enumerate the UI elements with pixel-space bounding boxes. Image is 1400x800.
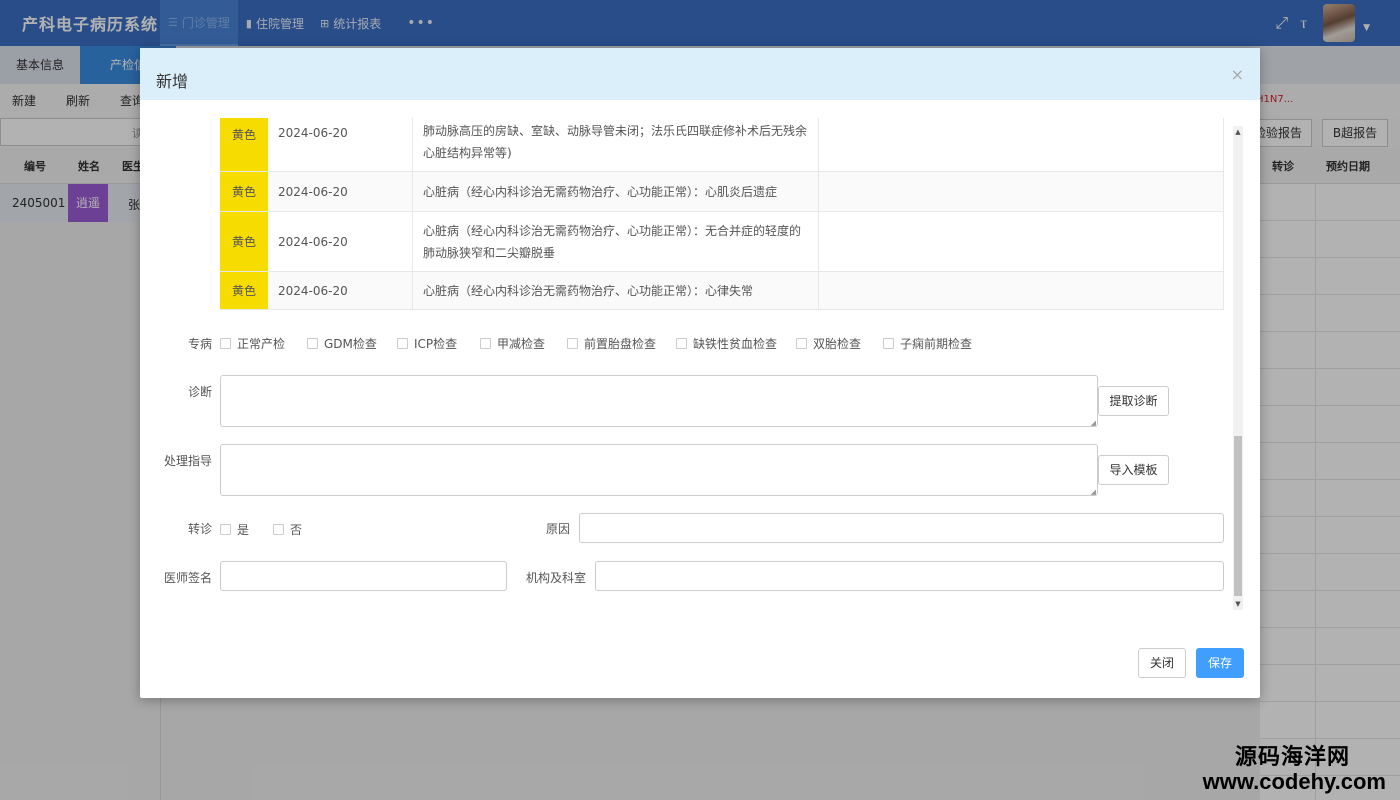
risk-desc: 肺动脉高压的房缺、室缺、动脉导管未闭；法乐氏四联症修补术后无残余心脏结构异常等) <box>413 118 819 171</box>
close-icon[interactable]: × <box>1231 65 1244 84</box>
risk-extra <box>819 172 1224 211</box>
referral-no[interactable]: 否 <box>273 521 302 538</box>
checkbox-label: ICP检查 <box>414 337 458 351</box>
risk-row: 黄色 2024-06-20 心脏病（经心内科诊治无需药物治疗、心功能正常）：心律… <box>220 272 1224 310</box>
scroll-down-icon[interactable]: ▼ <box>1233 598 1243 610</box>
modal-header: 新增 × <box>140 48 1260 100</box>
modal-title: 新增 <box>156 72 189 91</box>
risk-extra <box>819 118 1224 171</box>
reason-label: 原因 <box>545 522 570 536</box>
referral-label: 转诊 <box>187 522 212 536</box>
modal-scrollbar[interactable]: ▲ ▼ <box>1233 126 1243 610</box>
diagnosis-textarea[interactable] <box>220 375 1098 427</box>
risk-desc: 心脏病（经心内科诊治无需药物治疗、心功能正常）：无合并症的轻度的肺动脉狭窄和二尖… <box>413 212 819 271</box>
risk-color: 黄色 <box>220 272 268 309</box>
risk-extra <box>819 272 1224 309</box>
checkbox-placenta[interactable]: 前置胎盘检查 <box>567 335 656 352</box>
checkbox[interactable] <box>480 338 491 349</box>
checkbox-label: 甲减检查 <box>497 337 546 351</box>
checkbox-icp[interactable]: ICP检查 <box>397 335 457 352</box>
save-button[interactable]: 保存 <box>1196 648 1244 678</box>
checkbox-gdm[interactable]: GDM检查 <box>307 335 377 352</box>
checkbox[interactable] <box>676 338 687 349</box>
checkbox[interactable] <box>273 524 284 535</box>
checkbox[interactable] <box>567 338 578 349</box>
referral-yes[interactable]: 是 <box>220 521 249 538</box>
checkbox[interactable] <box>397 338 408 349</box>
checkbox-label: 正常产检 <box>237 337 286 351</box>
risk-color: 黄色 <box>220 212 268 271</box>
risk-color: 黄色 <box>220 172 268 211</box>
checkbox[interactable] <box>307 338 318 349</box>
risk-row: 黄色 2024-06-20 心脏病（经心内科诊治无需药物治疗、心功能正常）：无合… <box>220 212 1224 272</box>
scroll-thumb[interactable] <box>1234 436 1242 596</box>
checkbox-twins[interactable]: 双胎检查 <box>796 335 861 352</box>
diagnosis-label: 诊断 <box>187 385 212 399</box>
doctor-sign-label: 医师签名 <box>163 571 212 585</box>
watermark-line2: www.codehy.com <box>1202 768 1386 794</box>
reason-input[interactable] <box>579 513 1224 543</box>
risk-color: 黄色 <box>220 118 268 171</box>
risk-extra <box>819 212 1224 271</box>
checkbox-label: 缺铁性贫血检查 <box>693 337 778 351</box>
extract-diagnosis-button[interactable]: 提取诊断 <box>1098 386 1169 416</box>
checkbox[interactable] <box>220 524 231 535</box>
risk-row: 黄色 2024-06-20 心脏病（经心内科诊治无需药物治疗、心功能正常）：心肌… <box>220 172 1224 212</box>
watermark: 源码海洋网 www.codehy.com <box>1202 744 1386 794</box>
add-modal: 新增 × 黄色 2024-06-20 肺动脉高压的房缺、室缺、动脉导管未闭；法乐… <box>140 48 1260 698</box>
doctor-sign-input[interactable] <box>220 561 507 591</box>
import-template-button[interactable]: 导入模板 <box>1098 455 1169 485</box>
checkbox-normal[interactable]: 正常产检 <box>220 335 285 352</box>
risk-date: 2024-06-20 <box>268 118 413 171</box>
checkbox-hypothyroid[interactable]: 甲减检查 <box>480 335 545 352</box>
checkbox-label: 子痫前期检查 <box>900 337 973 351</box>
checkbox-label: 否 <box>290 523 303 537</box>
checkbox[interactable] <box>220 338 231 349</box>
org-input[interactable] <box>595 561 1224 591</box>
checkbox-label: 前置胎盘检查 <box>584 337 657 351</box>
checkbox-label: GDM检查 <box>324 337 377 351</box>
risk-row: 黄色 2024-06-20 肺动脉高压的房缺、室缺、动脉导管未闭；法乐氏四联症修… <box>220 118 1224 172</box>
close-button[interactable]: 关闭 <box>1138 648 1186 678</box>
watermark-line1: 源码海洋网 <box>1234 744 1350 770</box>
checkbox-label: 是 <box>237 523 250 537</box>
guidance-label: 处理指导 <box>163 454 212 468</box>
checkbox-label: 双胎检查 <box>813 337 862 351</box>
checkbox[interactable] <box>883 338 894 349</box>
risk-date: 2024-06-20 <box>268 272 413 309</box>
special-label: 专病 <box>187 337 212 351</box>
guidance-textarea[interactable] <box>220 444 1098 496</box>
checkbox-preeclampsia[interactable]: 子痫前期检查 <box>883 335 972 352</box>
risk-desc: 心脏病（经心内科诊治无需药物治疗、心功能正常）：心律失常 <box>413 272 819 309</box>
org-label: 机构及科室 <box>525 571 586 585</box>
risk-date: 2024-06-20 <box>268 212 413 271</box>
checkbox-anemia[interactable]: 缺铁性贫血检查 <box>676 335 777 352</box>
checkbox[interactable] <box>796 338 807 349</box>
risk-date: 2024-06-20 <box>268 172 413 211</box>
scroll-up-icon[interactable]: ▲ <box>1233 126 1243 138</box>
risk-desc: 心脏病（经心内科诊治无需药物治疗、心功能正常）：心肌炎后遗症 <box>413 172 819 211</box>
